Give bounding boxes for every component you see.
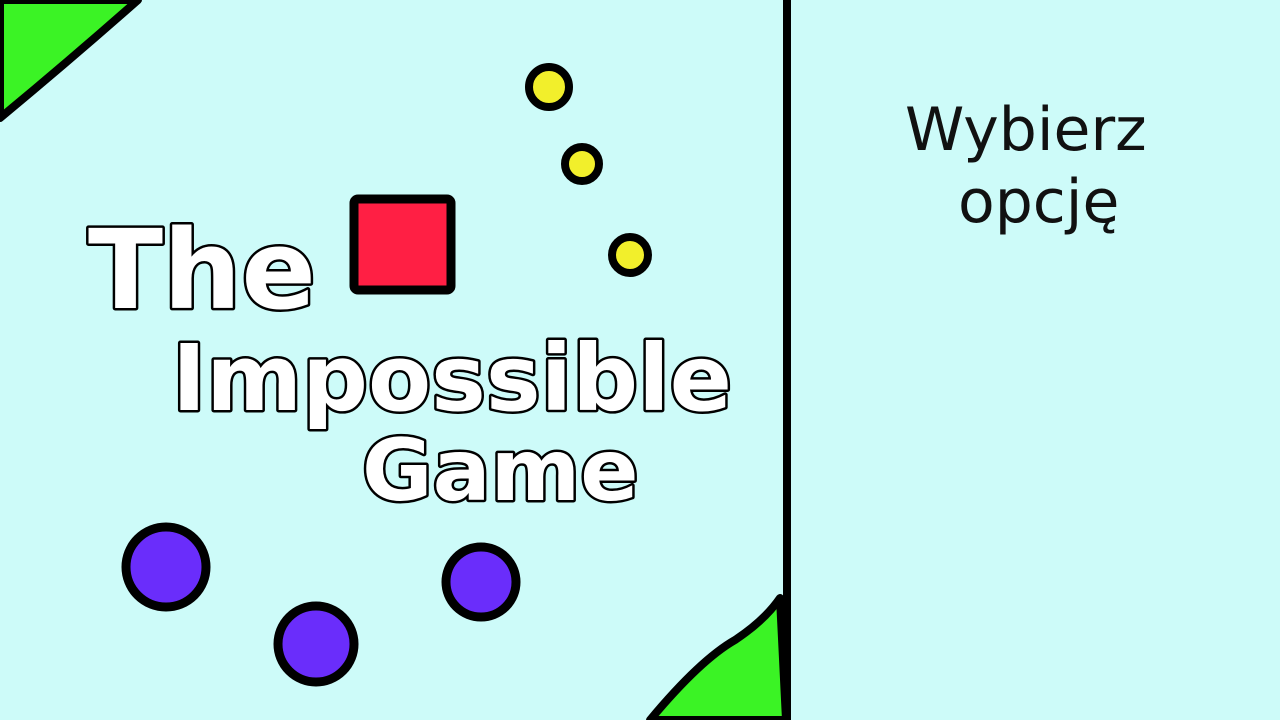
purple-orb-icon (121, 522, 211, 612)
yellow-coin-icon (561, 143, 603, 185)
title-line-1: The (88, 206, 316, 334)
red-square-icon (349, 194, 456, 295)
title-screen: The Impossible Game Wybierz opcję (0, 0, 1280, 720)
purple-orb-icon (441, 542, 521, 622)
title-line-2: Impossible (172, 325, 732, 432)
menu-heading-line-2: opcję (958, 167, 1119, 237)
purple-orb-icon (273, 601, 359, 687)
title-line-3: Game (362, 421, 639, 521)
yellow-coin-icon (525, 63, 573, 111)
yellow-coin-icon (608, 233, 652, 277)
menu-heading-line-1: Wybierz (905, 95, 1147, 165)
